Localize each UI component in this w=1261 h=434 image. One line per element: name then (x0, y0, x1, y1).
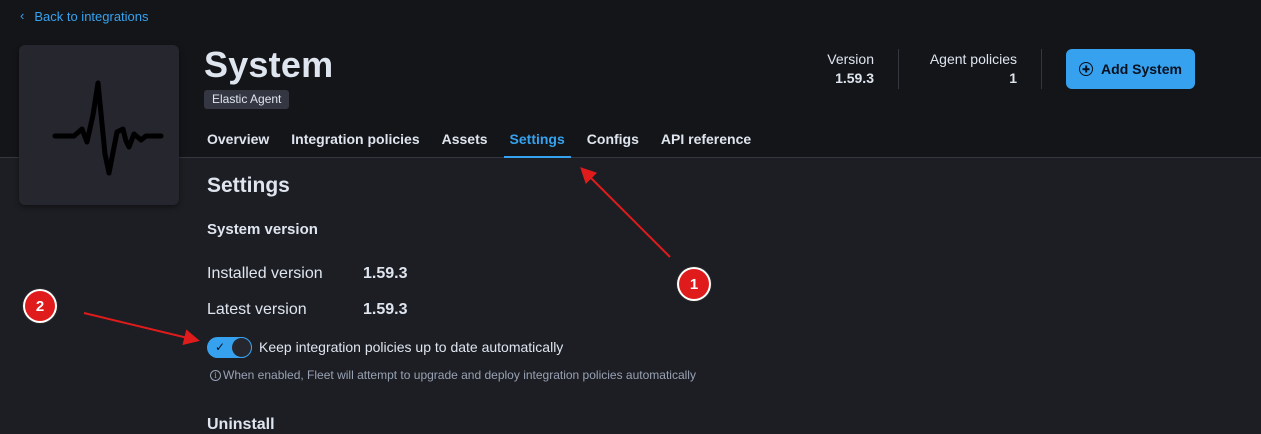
toggle-knob (232, 338, 251, 357)
stat-divider (898, 49, 899, 89)
heartbeat-pulse-icon (52, 80, 164, 176)
version-stat: Version 1.59.3 (808, 51, 874, 86)
auto-upgrade-help: i When enabled, Fleet will attempt to up… (210, 368, 696, 382)
add-system-label: Add System (1101, 61, 1182, 77)
system-version-heading: System version (207, 221, 318, 238)
tab-overview[interactable]: Overview (196, 129, 280, 158)
back-link-label: Back to integrations (34, 9, 149, 24)
arrow-to-toggle (83, 312, 200, 345)
agent-policies-stat: Agent policies 1 (912, 51, 1017, 86)
back-to-integrations-link[interactable]: ‹ Back to integrations (20, 9, 149, 24)
tab-api-reference[interactable]: API reference (650, 129, 762, 158)
tab-configs[interactable]: Configs (576, 129, 650, 158)
add-system-button[interactable]: Add System (1066, 49, 1195, 89)
auto-upgrade-help-text: When enabled, Fleet will attempt to upgr… (223, 368, 696, 382)
agent-policies-label: Agent policies (929, 51, 1017, 67)
tab-settings[interactable]: Settings (499, 129, 576, 158)
annotation-marker-1: 1 (679, 269, 709, 299)
installed-version-value: 1.59.3 (363, 265, 408, 282)
auto-upgrade-toggle[interactable]: ✓ (207, 337, 252, 358)
latest-version-value: 1.59.3 (363, 301, 408, 318)
integration-tabs: Overview Integration policies Assets Set… (196, 129, 762, 158)
info-icon: i (210, 369, 221, 381)
version-value: 1.59.3 (835, 70, 874, 86)
stat-divider (1041, 49, 1042, 89)
installed-version-label: Installed version (207, 265, 323, 282)
uninstall-heading: Uninstall (207, 416, 275, 433)
integration-logo (19, 45, 179, 205)
chevron-left-icon: ‹ (20, 8, 25, 23)
elastic-agent-badge: Elastic Agent (204, 90, 290, 109)
latest-version-label: Latest version (207, 301, 307, 318)
tab-assets[interactable]: Assets (431, 129, 499, 158)
settings-heading: Settings (207, 174, 290, 197)
plus-circle-icon (1079, 62, 1094, 76)
version-label: Version (827, 51, 874, 67)
check-icon: ✓ (215, 340, 226, 354)
page-title: System (204, 44, 334, 85)
annotation-marker-2: 2 (25, 291, 55, 321)
arrow-to-settings-tab (580, 167, 671, 258)
agent-policies-value: 1 (1009, 70, 1017, 86)
auto-upgrade-toggle-label: Keep integration policies up to date aut… (259, 339, 564, 355)
tab-integration-policies[interactable]: Integration policies (280, 129, 430, 158)
